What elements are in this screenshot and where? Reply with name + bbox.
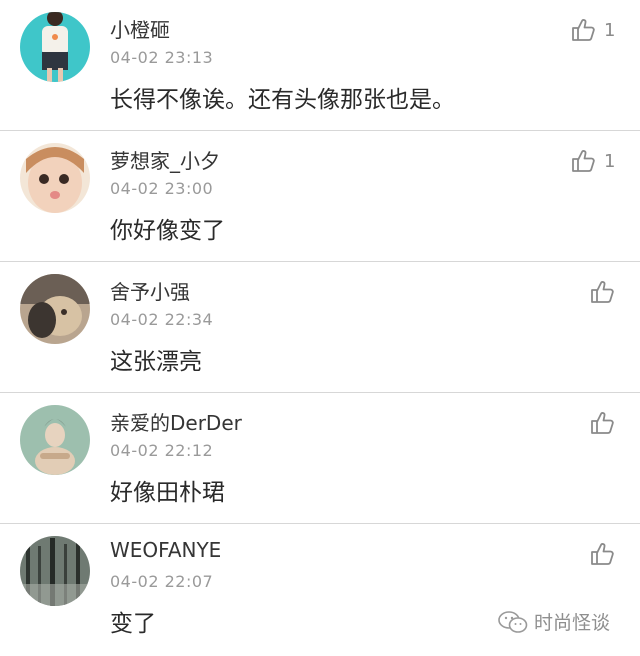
comment-item: 舍予小强 04-02 22:34 这张漂亮 [0,262,640,393]
avatar-icon [20,12,90,82]
like-button[interactable]: 1 [570,147,615,175]
username[interactable]: 舍予小强 [110,276,190,305]
comment-item: 亲爱的DerDer 04-02 22:12 好像田朴珺 [0,393,640,524]
like-count: 1 [604,150,616,172]
timestamp: 04-02 23:13 [110,48,214,67]
avatar-icon [20,274,90,344]
timestamp: 04-02 23:00 [110,179,214,198]
comment-text: 好像田朴珺 [110,480,225,506]
comment-text: 变了 [110,611,156,637]
username[interactable]: WEOFANYE [110,538,221,562]
like-button[interactable] [589,278,615,306]
avatar[interactable] [20,143,90,213]
avatar-icon [20,536,90,606]
avatar[interactable] [20,12,90,82]
avatar-icon [20,405,90,475]
thumbs-up-icon [591,281,614,303]
like-count: 1 [604,19,616,41]
username[interactable]: 亲爱的DerDer [110,407,242,436]
watermark: 时尚怪谈 [498,608,610,635]
timestamp: 04-02 22:07 [110,572,214,591]
thumbs-up-icon [572,19,595,41]
comment-item: 萝想家_小夕 04-02 23:00 你好像变了 1 [0,131,640,262]
like-button[interactable]: 1 [570,16,615,44]
like-button[interactable] [589,409,615,437]
avatar[interactable] [20,274,90,344]
comment-text: 你好像变了 [110,218,225,244]
thumbs-up-icon [591,412,614,434]
comment-item: 小橙砸 04-02 23:13 长得不像诶。还有头像那张也是。 1 [0,0,640,131]
timestamp: 04-02 22:34 [110,310,214,329]
thumbs-up-icon [591,543,614,565]
username[interactable]: 小橙砸 [110,14,170,43]
timestamp: 04-02 22:12 [110,441,214,460]
comment-item: WEOFANYE 04-02 22:07 变了 [0,524,640,656]
watermark-text: 时尚怪谈 [534,612,611,634]
avatar[interactable] [20,536,90,606]
avatar[interactable] [20,405,90,475]
comment-text: 这张漂亮 [110,349,202,375]
comment-text: 长得不像诶。还有头像那张也是。 [110,87,455,113]
thumbs-up-icon [572,150,595,172]
username[interactable]: 萝想家_小夕 [110,145,220,174]
like-button[interactable] [589,540,615,568]
wechat-icon [498,610,528,633]
avatar-icon [20,143,90,213]
